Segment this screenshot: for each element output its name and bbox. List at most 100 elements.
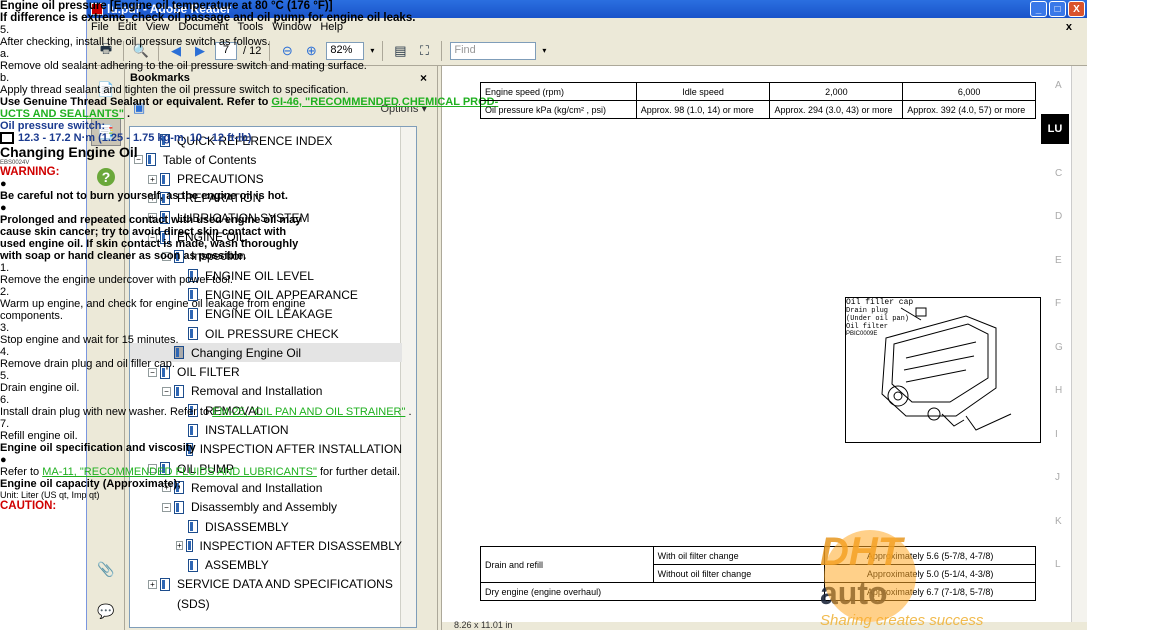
document-close-icon[interactable]: x [1066, 21, 1072, 33]
bookmark-item[interactable]: INSPECTION AFTER INSTALLATION [130, 440, 402, 459]
bookmark-label: OIL PRESSURE CHECK [205, 326, 339, 341]
zoom-out-icon[interactable]: ⊖ [278, 42, 296, 60]
menu-view[interactable]: View [146, 21, 170, 33]
gi46-link-cont[interactable]: UCTS AND SEALANTS" [0, 108, 124, 120]
bookmark-label: INSPECTION AFTER INSTALLATION [199, 442, 402, 457]
zoom-select[interactable]: 82% [326, 41, 365, 60]
bookmark-label: ENGINE OIL LEVEL [205, 268, 314, 283]
document-page [442, 66, 1071, 622]
menu-help[interactable]: Help [320, 21, 343, 33]
em25-link[interactable]: EM-25, "OIL PAN AND OIL STRAINER" [212, 406, 405, 418]
expand-icon[interactable]: + [148, 579, 157, 589]
bookmark-item[interactable]: DISASSEMBLY [130, 517, 402, 536]
bookmark-item[interactable]: QUICK REFERENCE INDEX [130, 131, 402, 150]
bookmark-label: Disassembly and Assembly [191, 500, 338, 515]
bookmark-item[interactable]: − OIL FILTER [130, 363, 402, 382]
bookmark-item[interactable]: ENGINE OIL LEVEL [130, 266, 402, 285]
bookmark-item[interactable]: − ENGINE OIL [130, 228, 402, 247]
print-icon[interactable]: 🖶 [97, 41, 115, 60]
fit-page-icon[interactable]: ⛶ [415, 42, 433, 60]
attachments-icon[interactable]: 📎 [95, 558, 117, 580]
bookmarks-close-icon[interactable]: × [420, 71, 427, 85]
minimize-button[interactable]: _ [1030, 1, 1047, 17]
menu-bar: File Edit View Document Tools Window Hel… [87, 18, 1087, 36]
bookmark-icon [185, 539, 193, 553]
expand-icon[interactable]: + [148, 174, 157, 184]
maximize-button[interactable]: □ [1049, 1, 1066, 17]
bookmark-item[interactable]: − Removal and Installation [130, 382, 402, 401]
find-dropdown-icon[interactable]: ▾ [542, 46, 546, 55]
bookmark-item[interactable]: OIL PRESSURE CHECK [130, 324, 402, 343]
find-input[interactable]: Find [450, 41, 537, 60]
bookmark-item[interactable]: Changing Engine Oil [130, 343, 402, 363]
bookmark-label: QUICK REFERENCE INDEX [177, 133, 333, 148]
bookmarks-icon[interactable]: 📑 [91, 118, 121, 146]
bookmark-item[interactable]: + Removal and Installation [130, 478, 402, 497]
expand-icon[interactable]: + [148, 193, 157, 203]
menu-edit[interactable]: Edit [118, 21, 137, 33]
toolbar-separator [441, 40, 443, 61]
bookmark-label: LUBRICATION SYSTEM [177, 210, 310, 225]
bookmark-label: Removal and Installation [191, 384, 323, 399]
bookmark-icon [160, 211, 170, 225]
bookmark-label: OIL FILTER [177, 365, 240, 380]
search-icon[interactable]: 🔍 [132, 42, 150, 60]
zoom-in-icon[interactable]: ⊕ [302, 42, 320, 60]
bookmark-item[interactable]: + PREPARATION [130, 189, 402, 208]
scrolling-mode-icon[interactable]: ▤ [391, 42, 409, 60]
toolbar-separator [382, 40, 384, 61]
bookmark-item[interactable]: − Disassembly and Assembly [130, 498, 402, 517]
bookmark-item[interactable]: ENGINE OIL LEAKAGE [130, 305, 402, 324]
bookmark-icon [188, 404, 198, 418]
gi46-link[interactable]: GI-46, "RECOMMENDED CHEMICAL PROD- [271, 96, 498, 108]
menu-window[interactable]: Window [272, 21, 311, 33]
pages-icon[interactable]: 📄 [95, 78, 117, 100]
bookmark-icon [188, 288, 198, 302]
bookmark-item[interactable]: − Table of Contents [130, 150, 402, 169]
bookmark-label: Table of Contents [163, 152, 257, 167]
collapse-icon[interactable]: − [162, 502, 171, 512]
navigation-panel: 📄 📑 ? 📎 💬 [87, 66, 125, 630]
expand-icon[interactable]: + [176, 541, 183, 551]
zoom-dropdown-icon[interactable]: ▾ [370, 46, 374, 55]
previous-page-icon[interactable]: ◀ [167, 42, 185, 60]
bookmark-label: (SDS) [177, 596, 210, 611]
bookmark-icon [160, 365, 170, 379]
comments-icon[interactable]: 💬 [95, 600, 117, 622]
expand-icon[interactable]: + [148, 213, 157, 223]
menu-document[interactable]: Document [178, 21, 228, 33]
bookmark-icon [146, 153, 156, 167]
bookmark-item[interactable]: + PRECAUTIONS [130, 170, 402, 189]
bookmark-item[interactable]: ENGINE OIL APPEARANCE [130, 285, 402, 304]
bookmark-item[interactable]: INSTALLATION [130, 421, 402, 440]
next-page-icon[interactable]: ▶ [191, 42, 209, 60]
ma11-link[interactable]: MA-11, "RECOMMENDED FLUIDS AND LUBRICANT… [42, 466, 317, 478]
menu-file[interactable]: File [91, 21, 109, 33]
bookmark-icon [160, 577, 170, 591]
app-icon [91, 3, 103, 15]
bookmark-item[interactable]: + SERVICE DATA AND SPECIFICATIONS [130, 575, 402, 594]
close-button[interactable]: X [1068, 1, 1085, 17]
page-number-input[interactable]: 7 [215, 41, 237, 60]
collapse-icon[interactable]: − [148, 232, 157, 242]
collapse-icon[interactable]: − [162, 386, 171, 396]
expand-bookmark-icon[interactable]: ▣ [133, 100, 145, 116]
bookmark-scrollbar[interactable] [400, 127, 416, 627]
bookmark-item[interactable]: + LUBRICATION SYSTEM [130, 208, 402, 227]
bookmark-item[interactable]: + INSPECTION AFTER DISASSEMBLY [130, 536, 402, 555]
bookmark-item[interactable]: ASSEMBLY [130, 556, 402, 575]
bookmark-icon [188, 423, 198, 437]
collapse-icon[interactable]: − [134, 155, 143, 165]
toolbar-separator [158, 40, 159, 61]
bookmark-label: INSTALLATION [205, 423, 289, 437]
expand-icon[interactable]: + [162, 483, 171, 493]
window-title: lu.pdf - Adobe Reader [107, 2, 232, 16]
collapse-icon[interactable]: − [162, 251, 171, 261]
collapse-icon[interactable]: − [148, 367, 157, 377]
menu-tools[interactable]: Tools [238, 21, 264, 33]
help-icon[interactable]: ? [97, 168, 115, 186]
document-scrollbar[interactable] [1071, 66, 1087, 622]
bookmark-tree: QUICK REFERENCE INDEX − Table of Contents +… [129, 126, 417, 628]
bookmark-item[interactable]: (SDS) [130, 594, 402, 613]
bookmark-item[interactable]: − Inspection [130, 247, 402, 266]
